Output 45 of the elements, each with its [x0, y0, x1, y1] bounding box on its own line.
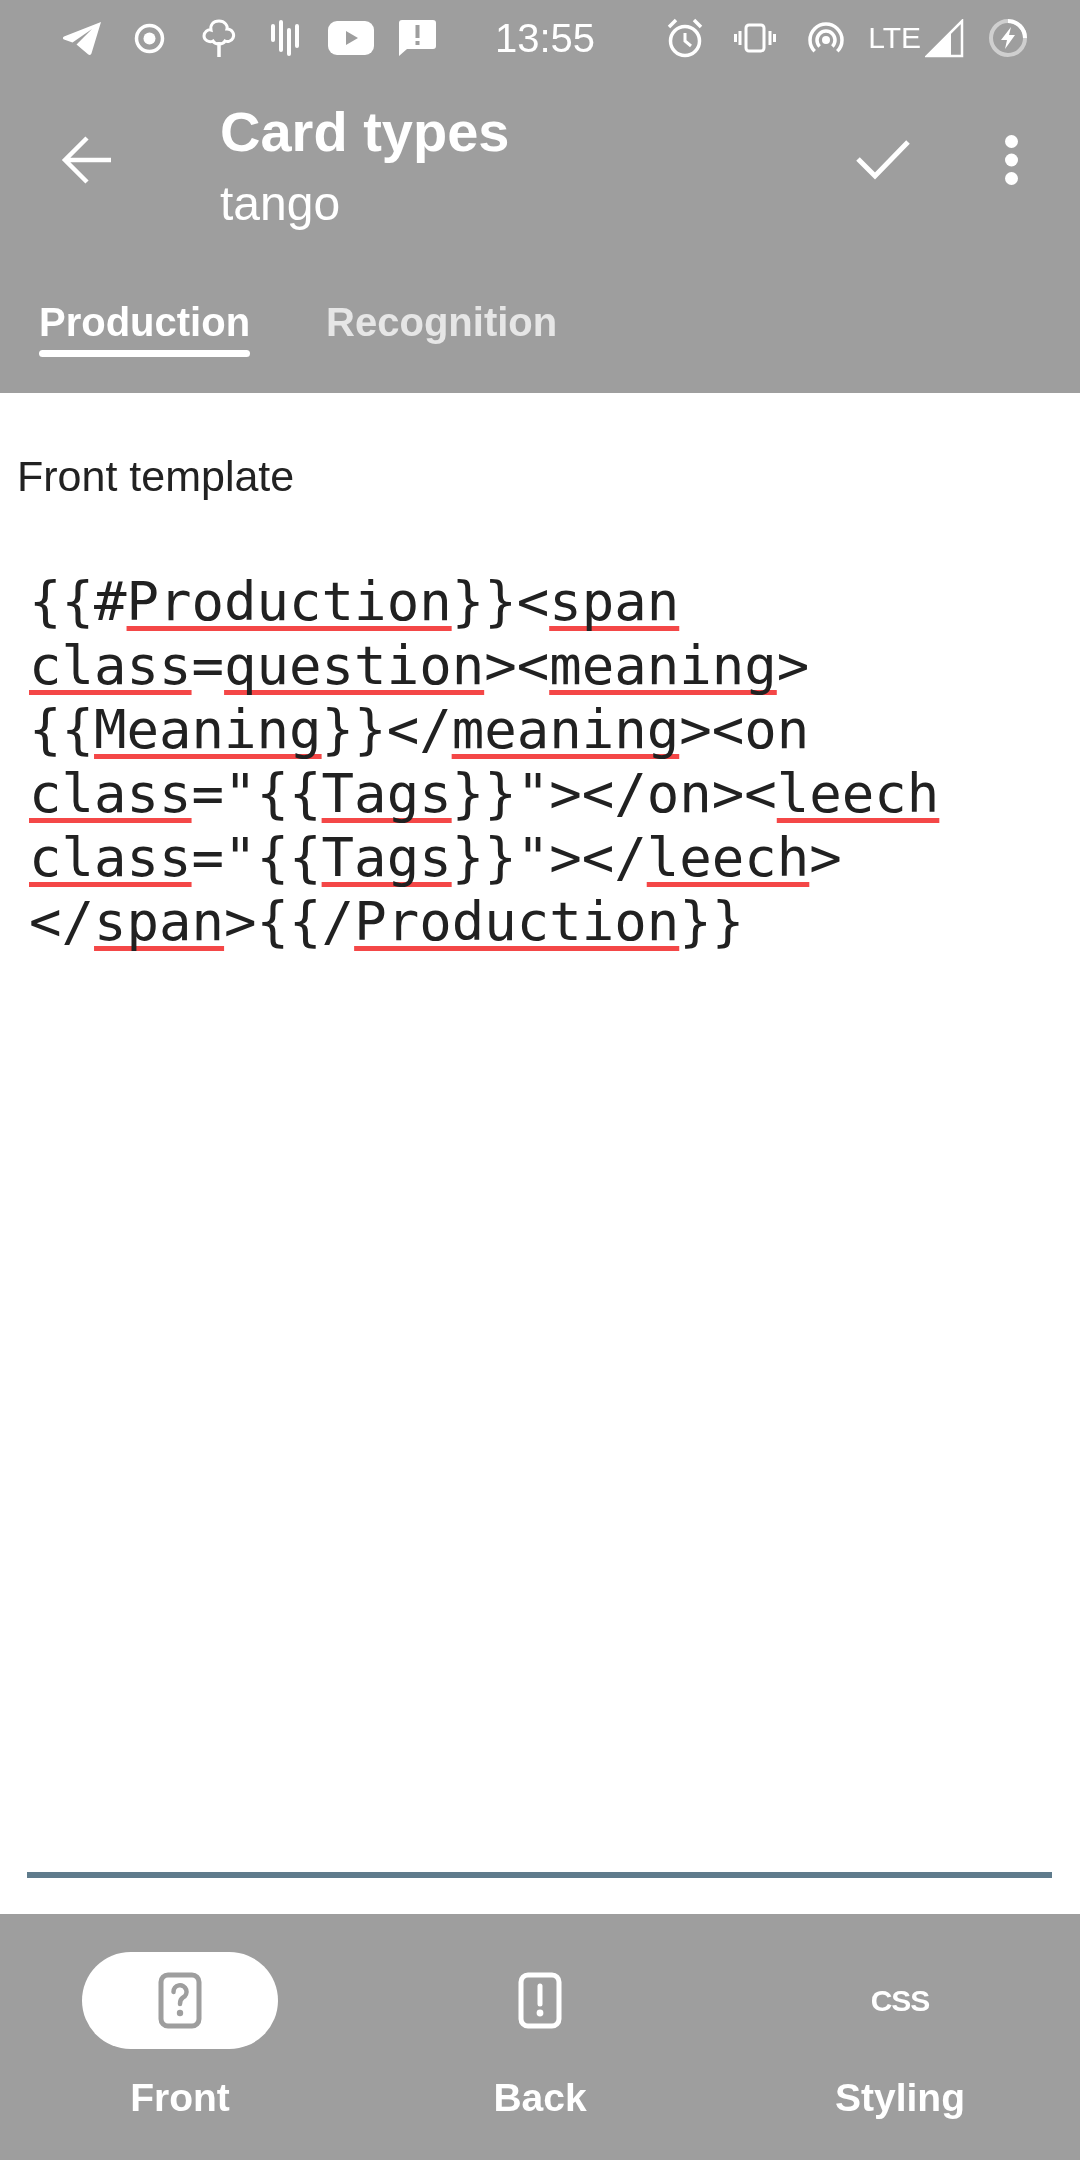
play-button-icon — [328, 21, 374, 55]
misspelled-word: Tags — [321, 826, 452, 889]
check-icon — [856, 139, 910, 180]
save-button[interactable] — [856, 139, 910, 180]
target-icon — [134, 22, 165, 54]
tab[interactable]: Recognition — [324, 298, 560, 357]
tab[interactable]: Production — [37, 298, 253, 357]
misspelled-word: leech — [646, 826, 810, 889]
alert-message-icon — [398, 19, 437, 57]
misspelled-word: Production — [126, 570, 452, 633]
template-text-field[interactable]: {{#Production}}<span class=question><meaning>{{Meaning}}</meaning><on class="{{Tags}}"></on><leech class="{{Tags}}"></leech></span>{{/Production}} — [27, 540, 1052, 1878]
bottom-nav-tab[interactable]: CSS Styling — [780, 1952, 1020, 2160]
css-icon: CSS — [870, 1985, 930, 2016]
misspelled-word: span — [549, 570, 680, 633]
audio-bars-icon — [269, 20, 301, 56]
misspelled-word: Meaning — [94, 698, 322, 761]
question-card-icon — [158, 1972, 202, 2029]
misspelled-word: class — [29, 762, 192, 825]
more-vertical-icon — [1005, 135, 1018, 185]
status-time: 13:55 — [494, 15, 596, 61]
misspelled-word: leech — [776, 762, 940, 825]
misspelled-word: question — [224, 634, 485, 697]
misspelled-word: Tags — [321, 762, 452, 825]
back-button[interactable] — [61, 135, 112, 185]
misspelled-word: meaning — [549, 634, 777, 697]
network-type: LTE — [868, 21, 921, 55]
alarm-clock-icon — [666, 18, 705, 58]
screen-subtitle: tango — [220, 176, 341, 232]
back-arrow-icon — [61, 135, 112, 185]
charging-icon — [988, 18, 1028, 58]
bottom-nav-tab[interactable]: Front — [60, 1952, 300, 2160]
screen-title: Card types — [220, 100, 510, 164]
signal-icon — [925, 18, 964, 58]
bottom-nav-tab[interactable]: Back — [420, 1952, 660, 2160]
exclamation-card-icon — [518, 1972, 562, 2029]
misspelled-word: class — [29, 634, 192, 697]
vibrate-icon — [734, 23, 777, 53]
field-label: Front template — [17, 451, 295, 501]
misspelled-word: Production — [354, 890, 680, 953]
tree-icon — [200, 18, 238, 58]
paper-plane-icon — [62, 20, 103, 56]
misspelled-word: class — [29, 826, 192, 889]
misspelled-word: meaning — [451, 698, 680, 761]
misspelled-word: span — [94, 890, 225, 953]
more-options-button[interactable] — [1005, 135, 1018, 185]
